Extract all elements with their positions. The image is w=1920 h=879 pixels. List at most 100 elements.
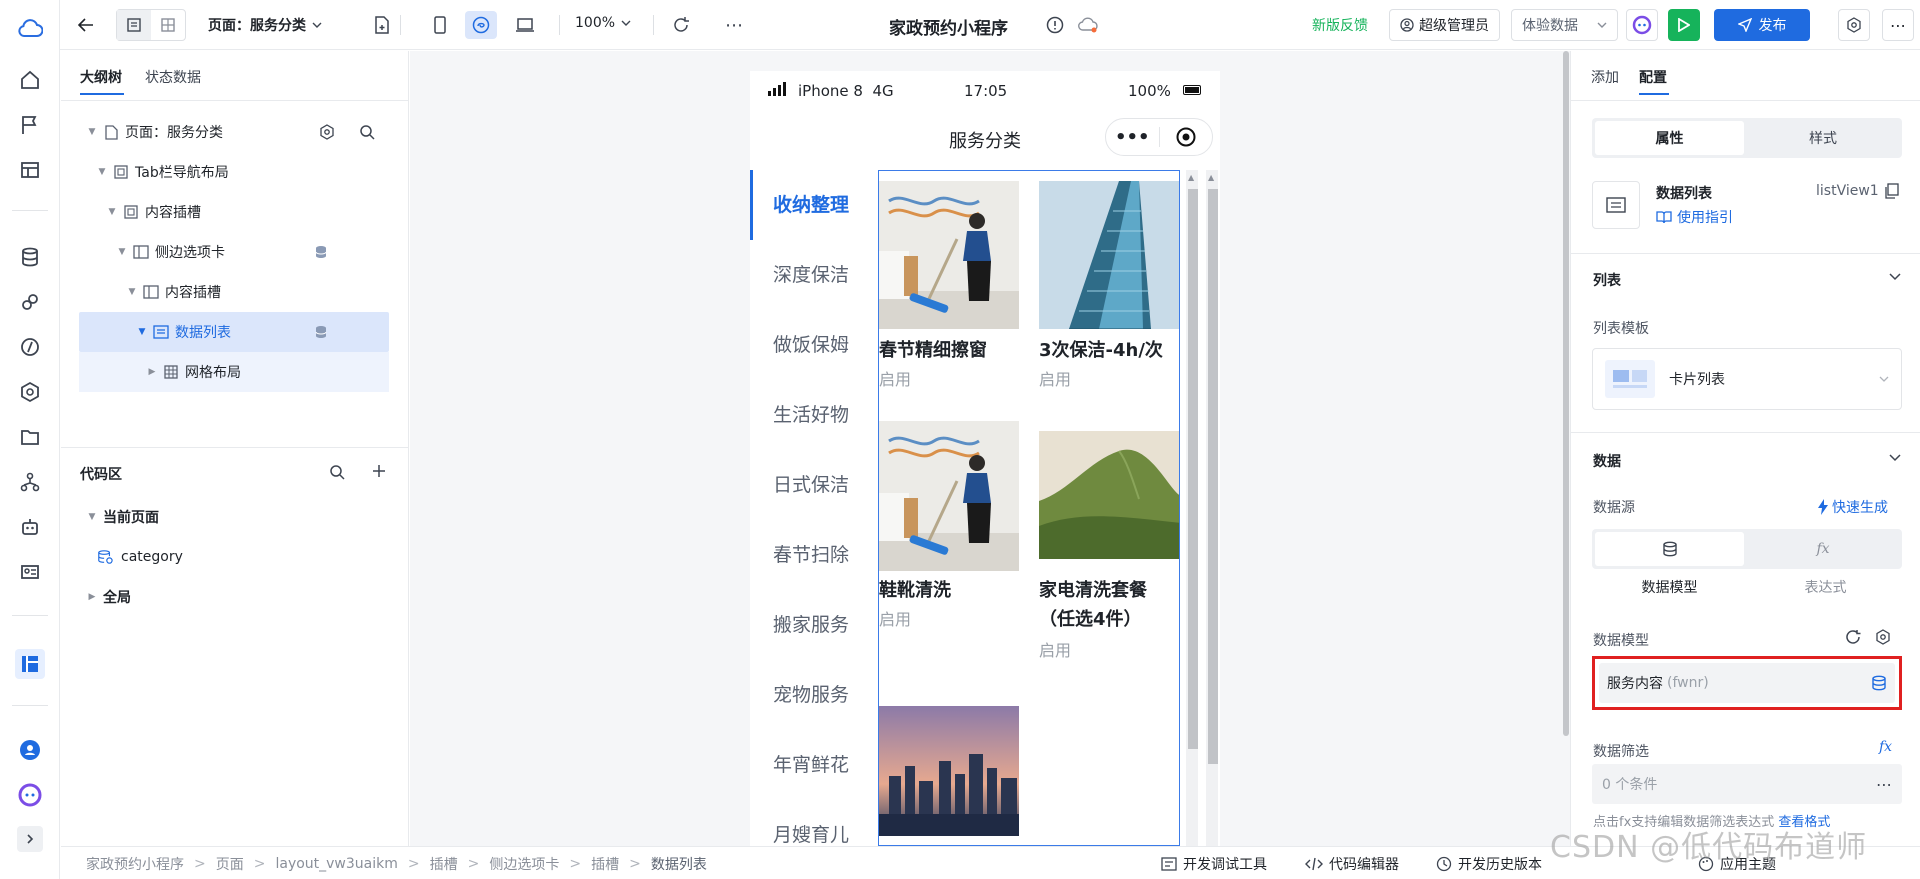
side-tab-item[interactable]: 生活好物 <box>773 400 849 427</box>
zoom-select[interactable]: 100% <box>575 15 631 31</box>
more-icon[interactable]: ⋯ <box>722 13 746 37</box>
tree-node-tab-layout[interactable]: ▼ Tab栏导航布局 <box>79 152 389 192</box>
seg-props[interactable]: 属性 <box>1595 121 1744 155</box>
scroll-up-icon[interactable]: ▲ <box>1188 173 1194 182</box>
data-list-selected[interactable]: 春节精细擦窗 启用 3次保洁-4h/次 启用 鞋靴清洗 启用 家电清洗套餐（任选… <box>878 170 1180 846</box>
run-button[interactable] <box>1668 9 1700 41</box>
new-page-icon[interactable] <box>371 14 393 36</box>
miniprogram-device-icon[interactable] <box>465 11 497 39</box>
side-tab-item[interactable]: 月嫂育儿 <box>773 820 849 846</box>
folder-cloud-icon[interactable] <box>15 422 45 452</box>
info-icon[interactable] <box>1044 14 1066 36</box>
refresh-icon[interactable] <box>669 13 693 37</box>
phone-scrollbar[interactable] <box>1188 189 1198 749</box>
devtools-button[interactable]: 开发调试工具 <box>1161 854 1267 874</box>
tree-node-data-list[interactable]: ▼ 数据列表 <box>79 312 389 352</box>
database-icon[interactable] <box>15 242 45 272</box>
datasource-model-option[interactable] <box>1595 532 1744 566</box>
canvas-scrollbar[interactable] <box>1563 51 1569 736</box>
section-data-title[interactable]: 数据 <box>1593 451 1621 471</box>
seg-style[interactable]: 样式 <box>1748 121 1898 155</box>
usage-guide-link[interactable]: 使用指引 <box>1656 207 1733 227</box>
settings-button[interactable] <box>1838 9 1870 41</box>
ai-assistant-button[interactable] <box>1626 9 1658 41</box>
home-icon[interactable] <box>15 65 45 95</box>
side-tab-item[interactable]: 搬家服务 <box>773 610 849 637</box>
side-tab-item[interactable]: 收纳整理 <box>773 190 849 217</box>
chevron-down-icon[interactable] <box>1889 454 1901 462</box>
code-current-page[interactable]: ▼ 当前页面 <box>79 497 389 537</box>
tab-add[interactable]: 添加 <box>1591 67 1619 87</box>
gear-icon[interactable] <box>319 124 335 140</box>
breadcrumb-item[interactable]: 插槽 <box>430 854 458 874</box>
code-editor-button[interactable]: 代码编辑器 <box>1305 854 1399 874</box>
feedback-link[interactable]: 新版反馈 <box>1312 15 1368 35</box>
breadcrumb-item[interactable]: 数据列表 <box>651 854 707 874</box>
close-miniprogram-icon[interactable] <box>1159 127 1212 147</box>
data-filter-field[interactable]: 0 个条件 ⋯ <box>1592 764 1902 804</box>
quick-generate-link[interactable]: 快速生成 <box>1818 497 1888 517</box>
desktop-device-icon[interactable] <box>511 11 539 39</box>
layout-icon[interactable] <box>15 155 45 185</box>
history-button[interactable]: 开发历史版本 <box>1436 854 1542 874</box>
fx-icon[interactable]: fx <box>1879 739 1892 755</box>
page-selector[interactable]: 页面：服务分类 <box>208 15 322 35</box>
flag-icon[interactable] <box>15 110 45 140</box>
cloud-sync-icon[interactable] <box>1076 14 1100 36</box>
publish-button[interactable]: 发布 <box>1714 9 1810 41</box>
admin-button[interactable]: 超级管理员 <box>1389 9 1500 41</box>
chevron-down-icon[interactable] <box>1889 273 1901 281</box>
tree-node-content-slot[interactable]: ▼ 内容插槽 <box>79 192 389 232</box>
grid-view-icon[interactable] <box>151 10 185 40</box>
side-tab-item[interactable]: 深度保洁 <box>773 260 849 287</box>
add-icon[interactable] <box>372 464 386 478</box>
side-tab-item[interactable]: 春节扫除 <box>773 540 849 567</box>
user-avatar-icon[interactable] <box>15 735 45 765</box>
page-editor-icon[interactable] <box>15 649 45 679</box>
capsule-menu[interactable]: ••• <box>1105 118 1213 156</box>
list-view-icon[interactable] <box>117 10 151 40</box>
robot-icon[interactable] <box>15 512 45 542</box>
side-tab-item[interactable]: 日式保洁 <box>773 470 849 497</box>
scroll-up-icon[interactable]: ▲ <box>1208 173 1214 182</box>
breadcrumb-item[interactable]: 家政预约小程序 <box>86 854 184 874</box>
gear-icon[interactable] <box>1875 629 1891 645</box>
phone-scrollbar[interactable] <box>1208 189 1218 764</box>
side-tab-item[interactable]: 做饭保姆 <box>773 330 849 357</box>
breadcrumb-item[interactable]: layout_vw3uaikm <box>275 856 397 872</box>
assistant-icon[interactable] <box>15 780 45 810</box>
copy-icon[interactable] <box>1885 183 1899 199</box>
more-menu-button[interactable]: ⋯ <box>1882 9 1914 41</box>
id-card-icon[interactable] <box>15 557 45 587</box>
more-icon[interactable]: ⋯ <box>1876 775 1892 794</box>
link-icon[interactable] <box>15 287 45 317</box>
code-global[interactable]: ▶ 全局 <box>79 577 389 617</box>
data-mode-select[interactable]: 体验数据 <box>1511 9 1618 41</box>
tree-node-side-tabs[interactable]: ▼ 侧边选项卡 <box>79 232 389 272</box>
more-dots-icon[interactable]: ••• <box>1106 127 1159 148</box>
side-tab-item[interactable]: 年宵鲜花 <box>773 750 849 777</box>
mobile-device-icon[interactable] <box>426 11 454 39</box>
tree-node-page[interactable]: ▼ 页面：服务分类 <box>79 112 389 152</box>
hexagon-icon[interactable] <box>15 377 45 407</box>
tree-node-inner-slot[interactable]: ▼ 内容插槽 <box>79 272 389 312</box>
function-icon[interactable] <box>15 332 45 362</box>
tab-config[interactable]: 配置 <box>1639 67 1667 87</box>
search-icon[interactable] <box>329 464 345 480</box>
list-template-select[interactable]: 卡片列表 <box>1592 348 1902 410</box>
side-tab-item[interactable]: 宠物服务 <box>773 680 849 707</box>
refresh-icon[interactable] <box>1845 629 1861 645</box>
tab-outline[interactable]: 大纲树 <box>80 67 122 87</box>
datasource-expression-option[interactable]: fx <box>1748 532 1898 566</box>
expand-icon[interactable] <box>17 826 43 852</box>
tree-node-grid-layout[interactable]: ▶ 网格布局 <box>79 352 389 392</box>
code-item-category[interactable]: category <box>79 537 389 577</box>
breadcrumb-item[interactable]: 插槽 <box>591 854 619 874</box>
back-arrow-icon[interactable] <box>75 14 97 36</box>
breadcrumb-item[interactable]: 页面 <box>216 854 244 874</box>
section-list-title[interactable]: 列表 <box>1593 270 1621 290</box>
search-icon[interactable] <box>359 124 375 140</box>
data-model-select[interactable]: 服务内容 (fwnr) <box>1599 663 1895 703</box>
breadcrumb-item[interactable]: 侧边选项卡 <box>489 854 559 874</box>
cloud-logo-icon[interactable] <box>15 14 45 44</box>
